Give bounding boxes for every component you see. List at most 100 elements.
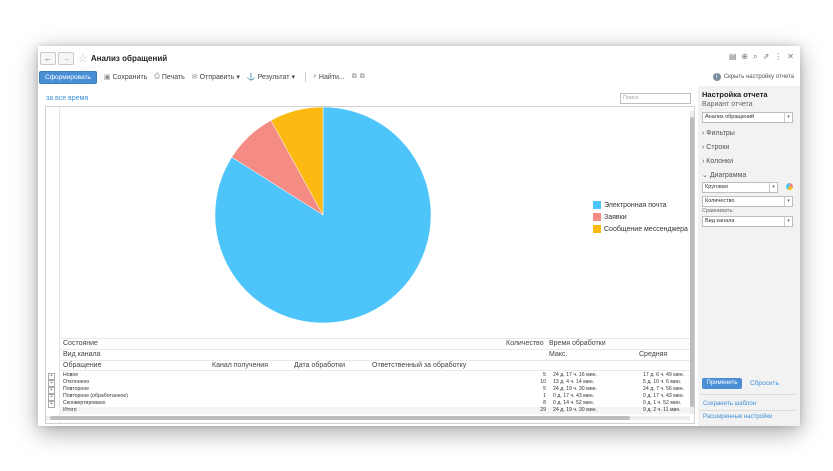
find-prev-button[interactable]: ⧉: [360, 73, 365, 81]
search-input[interactable]: Поиск: [620, 93, 691, 104]
row-count: 29: [540, 407, 546, 413]
table-row: + Повторное (обработанное) 1 0 д. 17 ч. …: [48, 393, 694, 401]
advanced-settings-link[interactable]: Расширенные настройки: [703, 414, 772, 420]
reset-button[interactable]: Сбросить: [750, 380, 779, 387]
link-icon[interactable]: ⇗: [763, 52, 770, 62]
print-icon[interactable]: ⊕: [741, 52, 748, 62]
search-icon: ⌕: [312, 73, 317, 80]
dropdown-icon: ▾: [291, 74, 295, 81]
favorite-star-icon[interactable]: ☆: [78, 52, 88, 65]
compare-label: Сравнивать:: [702, 208, 734, 214]
vertical-scrollbar[interactable]: [690, 111, 694, 414]
compare-select[interactable]: Вид канала ▾: [702, 216, 793, 227]
chart-type-select[interactable]: Круговая ▾: [702, 182, 778, 193]
filters-section[interactable]: › Фильтры: [702, 130, 735, 137]
header-process-date: Дата обработки: [294, 362, 346, 369]
find-next-button[interactable]: ⧉: [352, 73, 357, 81]
scroll-thumb[interactable]: [690, 117, 694, 407]
row-max: 24 д. 19 ч. 30 мин.: [553, 386, 597, 392]
report-icon[interactable]: ▤: [729, 52, 737, 62]
back-button[interactable]: ←: [40, 51, 56, 65]
info-icon: i: [712, 73, 721, 81]
chart-section[interactable]: ⌄ Диаграмма: [702, 171, 746, 179]
find-button[interactable]: ⌕ Найти...: [313, 73, 345, 81]
print-button[interactable]: ⎙ Печать: [154, 73, 185, 81]
row-name: Отклонено: [63, 379, 90, 385]
save-button[interactable]: ▣ Сохранить: [103, 73, 147, 82]
expand-icon[interactable]: +: [48, 394, 55, 401]
row-avg: 9 д. 2 ч. 11 мин.: [643, 407, 681, 413]
row-max: 24 д. 17 ч. 16 мин.: [553, 372, 597, 378]
row-max: 24 д. 19 ч. 30 мин.: [553, 407, 597, 413]
row-count: 8: [543, 400, 546, 406]
result-label: Результат: [257, 73, 290, 81]
arrow-right-icon: →: [62, 53, 70, 63]
row-count: 10: [540, 379, 546, 385]
row-name: Повторное: [63, 386, 89, 392]
apply-button[interactable]: Применить: [702, 378, 742, 389]
header-proc-time: Время обработки: [549, 340, 606, 347]
horizontal-scrollbar[interactable]: [46, 416, 690, 420]
legend-swatch-messenger: [593, 225, 601, 233]
header-count: Количество: [506, 340, 544, 347]
legend-swatch-email: [593, 201, 601, 209]
find-prev-icon: ⧉: [359, 73, 365, 80]
expand-icon[interactable]: +: [48, 401, 55, 408]
row-name: Новое: [63, 372, 79, 378]
save-icon: ▣: [103, 74, 111, 81]
arrow-left-icon: ←: [44, 53, 52, 63]
more-icon[interactable]: ⋮: [774, 52, 782, 62]
header-channel: Вид канала: [63, 351, 101, 358]
chart-type-value: Круговая: [705, 184, 728, 190]
panel-title: Настройка отчета: [702, 90, 768, 99]
row-max: 0 д. 14 ч. 52 мин.: [553, 400, 595, 406]
rows-section[interactable]: › Строки: [702, 144, 729, 151]
search-icon[interactable]: ⌕: [753, 52, 757, 62]
send-button[interactable]: ✉ Отправить ▾: [192, 73, 240, 82]
row-count: 1: [543, 393, 546, 399]
panel-divider: [700, 394, 796, 395]
row-divider: [59, 349, 694, 350]
legend-label-messenger: Сообщение мессенджера: [604, 225, 688, 233]
chart-color-icon[interactable]: [786, 183, 793, 190]
row-divider: [59, 370, 694, 371]
chart-measure-select[interactable]: Количество ▾: [702, 196, 793, 207]
forward-button[interactable]: →: [58, 51, 74, 65]
save-template-link[interactable]: Сохранить шаблон: [703, 401, 756, 407]
period-link[interactable]: за все время: [46, 95, 88, 102]
printer-icon: ⎙: [154, 73, 160, 80]
hide-settings-link[interactable]: i Скрыть настройку отчета: [712, 73, 794, 81]
dropdown-icon: ▾: [236, 74, 240, 81]
rows-label: Строки: [706, 144, 730, 151]
expand-icon[interactable]: +: [48, 373, 55, 380]
filters-label: Фильтры: [706, 130, 735, 137]
row-avg: 0 д. 17 ч. 43 мин.: [643, 393, 685, 399]
table-total-row: Итого 29 24 д. 19 ч. 30 мин. 9 д. 2 ч. 1…: [59, 407, 694, 414]
row-max: 13 д. 4 ч. 14 мин.: [553, 379, 595, 385]
legend-item: Сообщение мессенджера: [593, 223, 688, 235]
row-count: 5: [543, 372, 546, 378]
row-avg: 0 д. 1 ч. 52 мин.: [643, 400, 682, 406]
row-avg: 17 д. 6 ч. 49 мин.: [643, 372, 685, 378]
chart-measure-value: Количество: [705, 198, 735, 204]
legend-label-requests: Заявки: [604, 213, 627, 221]
close-icon[interactable]: ✕: [787, 52, 794, 62]
window-icons: ▤ ⊕ ⌕ ⇗ ⋮ ✕: [729, 52, 794, 62]
variant-select[interactable]: Анализ обращений ▾: [702, 112, 793, 123]
header-state: Состояние: [63, 340, 98, 347]
header-request: Обращение: [63, 362, 102, 369]
generate-button[interactable]: Сформировать: [39, 70, 97, 84]
expand-icon[interactable]: +: [48, 387, 55, 394]
chart-legend: Электронная почта Заявки Сообщение мессе…: [593, 199, 688, 235]
chevron-down-icon: ▾: [769, 183, 777, 192]
scroll-thumb[interactable]: [50, 416, 630, 420]
columns-section[interactable]: › Колонки: [702, 158, 733, 165]
find-label: Найти...: [318, 73, 345, 81]
result-button[interactable]: ⚓ Результат ▾: [247, 73, 295, 82]
row-avg: 24 д. 7 ч. 56 мин.: [643, 386, 685, 392]
chevron-down-icon: ▾: [784, 113, 792, 122]
command-bar: Сформировать ▣ Сохранить ⎙ Печать ✉ Отправи…: [38, 70, 800, 84]
expand-icon[interactable]: +: [48, 380, 55, 387]
columns-label: Колонки: [706, 158, 733, 165]
row-name: Итого: [63, 407, 77, 413]
